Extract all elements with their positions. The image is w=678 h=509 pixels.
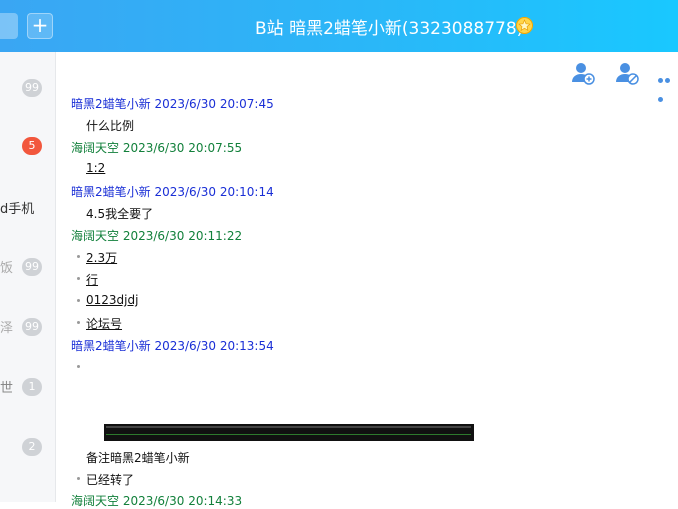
bullet [77,477,80,480]
conversation-item[interactable]: 世 1 [0,375,55,399]
unread-badge: 1 [22,378,42,396]
search-box[interactable] [0,13,18,39]
bullet [77,299,80,302]
chat-title: B站 暗黑2蜡笔小新(3323088778) [255,19,524,39]
conversation-item[interactable]: d手机 [0,196,55,220]
conversation-label: 泽 [0,321,14,336]
bullet [77,321,80,324]
message-time: 2023/6/30 20:11:22 [122,229,243,243]
message-text: 1:2 [86,161,106,175]
conversation-item[interactable]: 5 [0,134,55,158]
unread-badge: 99 [22,258,42,276]
message-header: 暗黑2蜡笔小新 2023/6/30 20:13:54 [71,337,274,354]
sender-name: 暗黑2蜡笔小新 [71,97,151,111]
title-bar: + B站 暗黑2蜡笔小新(3323088778) [0,0,678,52]
message-text: 行 [86,273,99,287]
add-button[interactable]: + [27,13,53,39]
conversation-item[interactable]: 99 [0,76,55,100]
bullet [77,277,80,280]
message-header: 暗黑2蜡笔小新 2023/6/30 20:10:14 [71,183,274,200]
message-header: 海阔天空 2023/6/30 20:11:22 [71,227,242,244]
bullet [77,255,80,258]
message-time: 2023/6/30 20:14:33 [122,494,243,508]
conversation-label: 饭 [0,261,14,276]
message-time: 2023/6/30 20:10:14 [154,185,274,199]
conversation-list: 99 5 d手机 饭 99 泽 99 世 1 2 [0,52,56,502]
sender-name: 海阔天空 [71,494,120,508]
sender-name: 暗黑2蜡笔小新 [71,339,151,353]
unread-badge: 99 [22,79,42,97]
bullet [77,365,80,368]
unread-badge: 99 [22,318,42,336]
message-time: 2023/6/30 20:07:45 [154,97,274,111]
unread-badge: 5 [22,137,42,155]
conversation-label: d手机 [0,202,35,217]
add-user-icon[interactable] [570,60,596,86]
star-badge-icon[interactable] [516,17,533,34]
image-attachment[interactable] [96,424,474,441]
message-text: 已经转了 [86,473,135,487]
message-header: 暗黑2蜡笔小新 2023/6/30 20:07:45 [71,95,274,112]
conversation-item[interactable]: 泽 99 [0,315,55,339]
message-header: 海阔天空 2023/6/30 20:07:55 [71,139,242,156]
unread-badge: 2 [22,438,42,456]
conversation-label: 世 [0,381,14,396]
block-user-icon[interactable] [614,60,640,86]
message-text: 备注暗黑2蜡笔小新 [86,451,190,465]
message-text: 4.5我全要了 [86,207,154,221]
message-time: 2023/6/30 20:13:54 [154,339,274,353]
conversation-item[interactable]: 2 [0,435,55,459]
message-text: 0123djdj [86,293,139,307]
sender-name: 暗黑2蜡笔小新 [71,185,151,199]
message-time: 2023/6/30 20:07:55 [122,141,243,155]
sender-name: 海阔天空 [71,141,120,155]
message-text: 2.3万 [86,251,118,265]
message-text: 论坛号 [86,317,123,331]
more-icon[interactable] [658,68,678,106]
sender-name: 海阔天空 [71,229,120,243]
conversation-item[interactable]: 饭 99 [0,255,55,279]
message-text: 什么比例 [86,119,135,133]
message-header: 海阔天空 2023/6/30 20:14:33 [71,492,242,509]
